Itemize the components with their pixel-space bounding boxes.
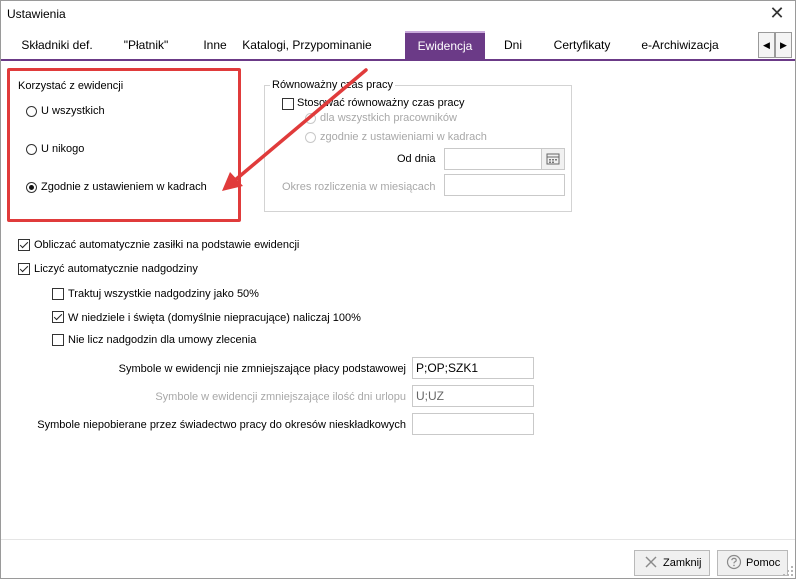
benefits-checkbox[interactable]: [18, 239, 30, 251]
window-title: Ustawienia: [7, 7, 66, 21]
apply-equivalent-label: Stosować równoważny czas pracy: [297, 97, 465, 109]
symbols-not-reducing-input[interactable]: P;OP;SZK1: [412, 357, 534, 379]
period-label: Okres rozliczenia w miesiącach: [282, 181, 436, 193]
radio-per-hr-settings[interactable]: [305, 132, 316, 143]
symbols-certificate-label: Symbole niepobierane przez świadectwo pr…: [37, 419, 406, 431]
tab-bar: Składniki def. "Płatnik" Inne Katalogi, …: [1, 31, 795, 59]
overtime-checkbox[interactable]: [18, 263, 30, 275]
apply-equivalent-checkbox[interactable]: [282, 98, 294, 110]
help-button-label: Pomoc: [746, 557, 781, 569]
tab-ewidencja[interactable]: Ewidencja: [405, 31, 485, 59]
symbols-reducing-leave-label: Symbole w ewidencji zmniejszające ilość …: [155, 391, 406, 403]
equivalent-group-title: Równoważny czas pracy: [270, 79, 396, 91]
overtime-label: Liczyć automatycznie nadgodziny: [34, 263, 198, 275]
symbols-reducing-leave-input[interactable]: U;UZ: [412, 385, 534, 407]
per-hr-settings-label: zgodnie z ustawieniami w kadrach: [320, 131, 487, 143]
tab-dni[interactable]: Dni: [495, 31, 531, 59]
tab-e-archiwizacja[interactable]: e-Archiwizacja: [631, 31, 729, 59]
settings-window: Ustawienia ✕ Składniki def. "Płatnik" In…: [0, 0, 796, 579]
from-day-label: Od dnia: [397, 153, 436, 165]
tab-certyfikaty[interactable]: Certyfikaty: [543, 31, 621, 59]
period-input[interactable]: [444, 174, 565, 196]
from-day-input[interactable]: [444, 148, 565, 170]
footer-separator: [1, 539, 795, 540]
radio-for-all-employees[interactable]: [305, 113, 316, 124]
close-x-icon: [643, 554, 659, 570]
title-bar: Ustawienia ✕: [1, 1, 795, 27]
sundays-100-checkbox[interactable]: [52, 311, 64, 323]
close-button-label: Zamknij: [663, 557, 702, 569]
close-button[interactable]: Zamknij: [634, 550, 710, 576]
for-all-employees-label: dla wszystkich pracowników: [320, 112, 457, 124]
highlight-box: [7, 68, 241, 222]
overtime-50-label: Traktuj wszystkie nadgodziny jako 50%: [68, 288, 259, 300]
no-contract-overtime-label: Nie licz nadgodzin dla umowy zlecenia: [68, 334, 257, 346]
calendar-icon[interactable]: [541, 149, 564, 169]
benefits-label: Obliczać automatycznie zasiłki na podsta…: [34, 239, 300, 251]
close-icon[interactable]: ✕: [767, 3, 787, 23]
resize-grip-icon[interactable]: [783, 566, 793, 576]
help-icon: [726, 554, 742, 570]
tab-katalogi[interactable]: Katalogi, Przypominanie: [219, 31, 395, 59]
symbols-certificate-input[interactable]: [412, 413, 534, 435]
tab-skladniki[interactable]: Składniki def.: [9, 31, 105, 59]
no-contract-overtime-checkbox[interactable]: [52, 334, 64, 346]
tab-scroll-left-icon[interactable]: ◀: [758, 32, 775, 58]
overtime-50-checkbox[interactable]: [52, 288, 64, 300]
sundays-100-label: W niedziele i święta (domyślnie niepracu…: [68, 312, 361, 324]
symbols-not-reducing-label: Symbole w ewidencji nie zmniejszające pł…: [118, 363, 406, 375]
tab-scroll-right-icon[interactable]: ▶: [775, 32, 792, 58]
help-button[interactable]: Pomoc: [717, 550, 788, 576]
tab-underline: [1, 59, 795, 61]
tab-platnik[interactable]: "Płatnik": [109, 31, 183, 59]
